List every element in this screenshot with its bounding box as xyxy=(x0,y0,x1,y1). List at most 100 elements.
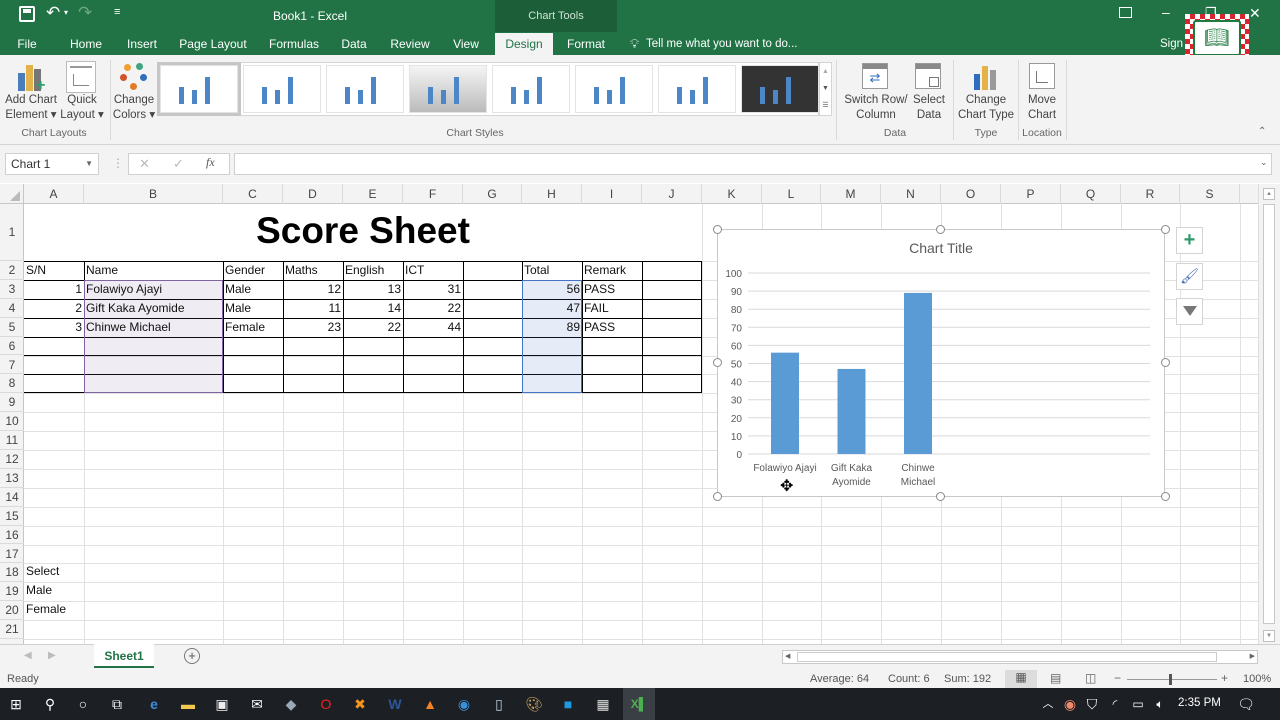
cell-english[interactable]: 13 xyxy=(343,280,403,299)
chart-style-7[interactable] xyxy=(658,65,736,113)
battery-icon[interactable]: ▭ xyxy=(1128,694,1148,714)
row-header-14[interactable]: 14 xyxy=(0,488,24,507)
header-cell-name[interactable]: Name xyxy=(84,261,223,280)
row-header-8[interactable]: 8 xyxy=(0,374,24,394)
resize-handle-bl[interactable] xyxy=(713,492,722,501)
cell-english[interactable]: 14 xyxy=(343,299,403,318)
header-cell-ict[interactable]: ICT xyxy=(403,261,463,280)
cell-sn[interactable]: 2 xyxy=(24,299,84,318)
gallery-up-icon[interactable]: ▲ xyxy=(820,63,831,80)
bar-3[interactable] xyxy=(904,292,932,454)
scroll-left-icon[interactable]: ◀ xyxy=(785,651,790,663)
tell-me-search[interactable]: Tell me what you want to do... xyxy=(646,38,798,50)
gallery-more-icon[interactable]: ☰ xyxy=(820,97,831,114)
cell-ict[interactable]: 22 xyxy=(403,299,463,318)
zoom-in-button[interactable]: + xyxy=(1221,671,1228,685)
app-icon[interactable]: ◆ xyxy=(281,694,301,714)
mail-icon[interactable]: ✉ xyxy=(247,694,267,714)
resize-handle-br[interactable] xyxy=(1161,492,1170,501)
gallery-down-icon[interactable]: ▼ xyxy=(820,80,831,97)
header-cell-english[interactable]: English xyxy=(343,261,403,280)
undo-icon[interactable]: ↶ xyxy=(46,3,60,23)
bar-1[interactable] xyxy=(771,352,799,454)
change-chart-type-button[interactable]: Change Chart Type xyxy=(955,93,1017,123)
list-cell-female[interactable]: Female xyxy=(24,600,68,619)
header-cell-total[interactable]: Total xyxy=(522,261,582,280)
column-header-n[interactable]: N xyxy=(881,184,941,204)
volume-icon[interactable]: 🔈︎ xyxy=(1150,694,1170,714)
resize-handle-tl[interactable] xyxy=(713,225,722,234)
row-header-19[interactable]: 19 xyxy=(0,582,24,602)
paint-icon[interactable]: 🎨︎ xyxy=(524,694,544,714)
row-header-15[interactable]: 15 xyxy=(0,507,24,526)
chart-style-1[interactable] xyxy=(157,62,241,116)
row-header-18[interactable]: 18 xyxy=(0,563,24,583)
gallery-scrollbar[interactable]: ▲ ▼ ☰ xyxy=(819,62,832,116)
row-header-4[interactable]: 4 xyxy=(0,299,24,318)
close-button[interactable]: ✕ xyxy=(1249,5,1261,22)
header-cell-gender[interactable]: Gender xyxy=(223,261,283,280)
cell-remark[interactable]: PASS xyxy=(582,318,642,337)
cancel-icon[interactable]: ✕ xyxy=(139,156,150,172)
row-header-20[interactable]: 20 xyxy=(0,601,24,621)
clock[interactable]: 2:35 PM xyxy=(1178,697,1221,709)
sheet-tab-sheet1[interactable]: Sheet1 xyxy=(94,644,154,668)
cell-sn[interactable]: 1 xyxy=(24,280,84,299)
horizontal-scroll-thumb[interactable] xyxy=(797,652,1217,662)
cell-ict[interactable]: 31 xyxy=(403,280,463,299)
switch-row-column-button[interactable]: Switch Row/Column xyxy=(840,93,912,123)
zoom-out-button[interactable]: − xyxy=(1114,671,1121,685)
normal-view-button[interactable]: ▦ xyxy=(1005,670,1037,688)
row-header-5[interactable]: 5 xyxy=(0,318,24,337)
scroll-down-icon[interactable]: ▼ xyxy=(1263,630,1275,642)
tab-design[interactable]: Design xyxy=(495,33,553,55)
page-break-view-button[interactable]: ◫ xyxy=(1085,671,1096,685)
tray-app-icon[interactable]: ◉ xyxy=(1060,694,1080,714)
cell-maths[interactable]: 12 xyxy=(283,280,343,299)
column-header-k[interactable]: K xyxy=(702,184,762,204)
tab-data[interactable]: Data xyxy=(336,33,372,55)
formula-input[interactable] xyxy=(234,153,1272,175)
page-layout-view-button[interactable]: ▤ xyxy=(1050,671,1061,685)
tab-formulas[interactable]: Formulas xyxy=(262,33,326,55)
tab-view[interactable]: View xyxy=(446,33,486,55)
quick-layout-button[interactable]: Quick Layout ▾ xyxy=(58,93,106,123)
cortana-icon[interactable]: ○ xyxy=(73,694,93,714)
wifi-icon[interactable]: ◜ xyxy=(1105,694,1125,714)
resize-handle-l[interactable] xyxy=(713,358,722,367)
horizontal-scrollbar[interactable]: ◀ ▶ xyxy=(782,650,1258,664)
column-header-a[interactable]: A xyxy=(24,184,84,204)
action-center-icon[interactable]: 🗨︎ xyxy=(1236,694,1256,714)
header-cell-remark[interactable]: Remark xyxy=(582,261,642,280)
column-header-l[interactable]: L xyxy=(762,184,821,204)
network-app-icon[interactable]: ◉ xyxy=(454,694,474,714)
chart-style-4[interactable] xyxy=(409,65,487,113)
column-header-b[interactable]: B xyxy=(84,184,223,204)
name-box[interactable]: Chart 1 ▼ xyxy=(5,153,99,175)
resize-handle-t[interactable] xyxy=(936,225,945,234)
opera-icon[interactable]: O xyxy=(316,694,336,714)
new-sheet-button[interactable]: + xyxy=(184,648,200,664)
chart-style-6[interactable] xyxy=(575,65,653,113)
row-header-7[interactable]: 7 xyxy=(0,356,24,375)
column-header-e[interactable]: E xyxy=(343,184,403,204)
chart-filters-button[interactable] xyxy=(1176,298,1203,325)
vertical-scroll-thumb[interactable] xyxy=(1263,204,1275,624)
scroll-up-icon[interactable]: ▲ xyxy=(1263,188,1275,200)
zoom-slider-thumb[interactable] xyxy=(1169,674,1172,685)
column-header-p[interactable]: P xyxy=(1001,184,1061,204)
cell-english[interactable]: 22 xyxy=(343,318,403,337)
cell-maths[interactable]: 11 xyxy=(283,299,343,318)
insert-function-icon[interactable]: fx xyxy=(206,155,215,170)
scroll-right-icon[interactable]: ▶ xyxy=(1250,651,1255,663)
undo-dropdown-icon[interactable]: ▾ xyxy=(64,8,68,17)
select-all-button[interactable] xyxy=(0,184,24,204)
name-box-dropdown-icon[interactable]: ▼ xyxy=(85,154,93,174)
windows-start-icon[interactable]: ⊞ xyxy=(6,694,26,714)
tab-format[interactable]: Format xyxy=(560,33,612,55)
column-header-o[interactable]: O xyxy=(941,184,1001,204)
row-header-3[interactable]: 3 xyxy=(0,280,24,299)
zoom-slider[interactable] xyxy=(1127,679,1217,680)
cell-gender[interactable]: Male xyxy=(223,280,283,299)
cell-name[interactable]: Chinwe Michael xyxy=(84,318,223,337)
